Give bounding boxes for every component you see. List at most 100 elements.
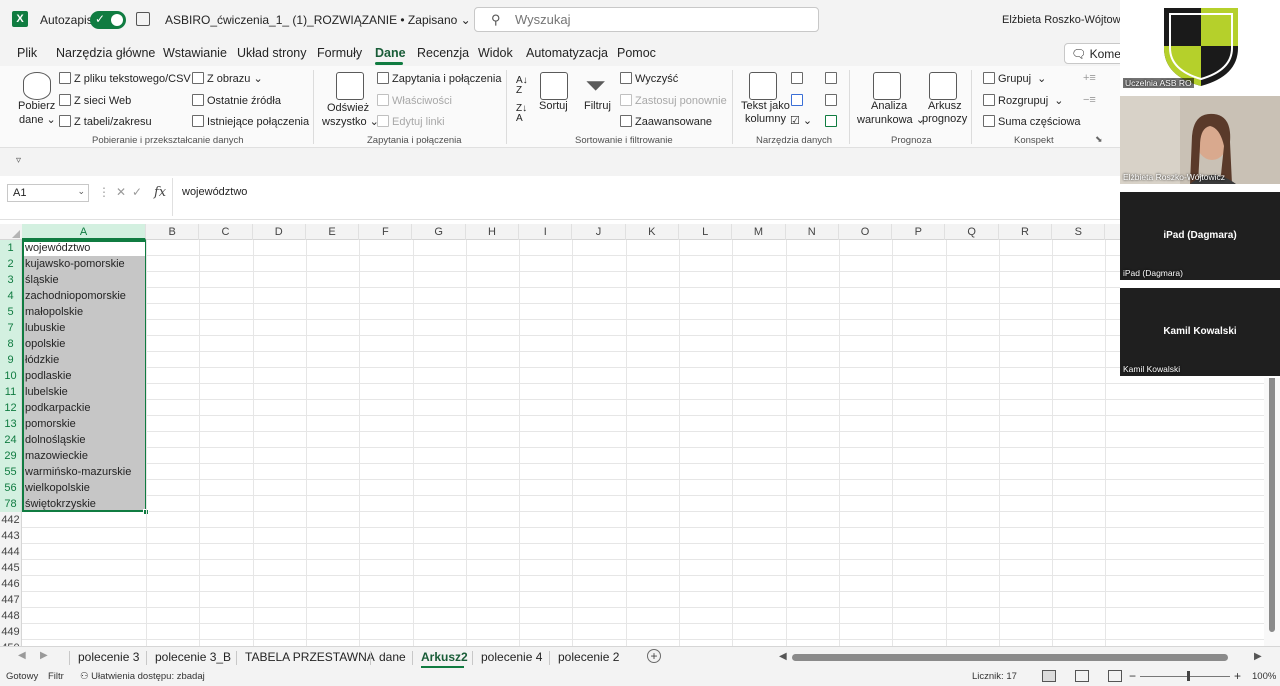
clear-button[interactable]: Wyczyść [620, 72, 678, 85]
hide-detail-icon[interactable]: −≡ [1083, 94, 1096, 106]
normal-view-icon[interactable] [1042, 670, 1056, 682]
ungroup-button[interactable]: Rozgrupuj ⌄ [983, 94, 1063, 107]
cell-a[interactable]: kujawsko-pomorskie [22, 256, 146, 272]
tab-wstawianie[interactable]: Wstawianie [163, 46, 227, 60]
video-tile-presenter[interactable]: Elżbieta Roszko-Wójtowicz [1120, 96, 1280, 184]
row-header[interactable]: 78 [0, 496, 22, 512]
cell-a[interactable]: pomorskie [22, 416, 146, 432]
remove-duplicates-icon[interactable] [791, 94, 803, 106]
cell-a[interactable] [22, 544, 146, 560]
filter-button[interactable]: Filtruj [584, 100, 611, 112]
cell-a[interactable]: świętokrzyskie [22, 496, 146, 512]
cell-a[interactable] [22, 576, 146, 592]
row-header[interactable]: 24 [0, 432, 22, 448]
spreadsheet-grid[interactable]: ABCDEFGHIJKLMNOPQRS 1 województwo 2 kujawsk… [0, 224, 1264, 646]
column-header-e[interactable]: E [306, 224, 360, 240]
cell-a[interactable] [22, 624, 146, 640]
tab-plik[interactable]: Plik [17, 46, 37, 60]
sort-ascending-button[interactable]: A↓ Z [516, 76, 528, 96]
forecast-sheet-button[interactable]: Arkusz [928, 100, 962, 112]
formula-input[interactable]: województwo [182, 186, 247, 198]
tab-uklad-strony[interactable]: Układ strony [237, 46, 306, 60]
cell-a[interactable]: łódzkie [22, 352, 146, 368]
row-header[interactable]: 449 [0, 624, 22, 640]
tab-automatyzacja[interactable]: Automatyzacja [526, 46, 608, 60]
cell-a[interactable]: śląskie [22, 272, 146, 288]
zoom-in-icon[interactable]: + [1234, 669, 1241, 683]
row-header[interactable]: 444 [0, 544, 22, 560]
sheet-tab[interactable]: TABELA PRZESTAWNA [245, 650, 375, 664]
flash-fill-icon[interactable] [791, 72, 803, 84]
user-name[interactable]: Elżbieta Roszko-Wójtowicz [1002, 14, 1134, 26]
row-header[interactable]: 443 [0, 528, 22, 544]
customize-toolbar-icon[interactable]: ▿ [16, 155, 21, 166]
column-header-h[interactable]: H [466, 224, 520, 240]
cell-a[interactable]: województwo [22, 240, 146, 256]
cell-a[interactable]: zachodniopomorskie [22, 288, 146, 304]
horizontal-scroll-thumb[interactable] [792, 654, 1228, 661]
row-header[interactable]: 1 [0, 240, 22, 256]
document-title[interactable]: ASBIRO_ćwiczenia_1_ (1)_ROZWIĄZANIE • Za… [165, 13, 471, 27]
cell-a[interactable]: wielkopolskie [22, 480, 146, 496]
row-header[interactable]: 2 [0, 256, 22, 272]
comments-button[interactable]: 🗨 Komentarze [1064, 43, 1124, 64]
cell-a[interactable]: lubelskie [22, 384, 146, 400]
add-sheet-button[interactable]: + [647, 649, 661, 663]
sheet-tab[interactable]: polecenie 2 [558, 650, 619, 664]
cell-a[interactable] [22, 608, 146, 624]
get-data-dropdown[interactable]: dane ⌄ [19, 113, 56, 126]
dialog-launcher-icon[interactable]: ⬊ [1095, 134, 1103, 145]
cell-a[interactable]: lubuskie [22, 320, 146, 336]
column-header-c[interactable]: C [199, 224, 253, 240]
row-header[interactable]: 29 [0, 448, 22, 464]
cell-a[interactable] [22, 528, 146, 544]
show-detail-icon[interactable]: +≡ [1083, 72, 1096, 84]
column-header-a[interactable]: A [22, 224, 146, 240]
sort-descending-button[interactable]: Z↓ A [516, 104, 527, 124]
from-web-button[interactable]: Z sieci Web [59, 94, 131, 107]
data-validation-icon[interactable]: ☑ ⌄ [790, 114, 812, 127]
row-header[interactable]: 12 [0, 400, 22, 416]
row-header[interactable]: 447 [0, 592, 22, 608]
column-header-n[interactable]: N [786, 224, 839, 240]
subtotal-button[interactable]: Suma częściowa [983, 115, 1081, 128]
column-header-g[interactable]: G [413, 224, 466, 240]
save-icon[interactable] [136, 12, 150, 26]
row-header[interactable]: 10 [0, 368, 22, 384]
column-header-o[interactable]: O [839, 224, 893, 240]
row-header[interactable]: 445 [0, 560, 22, 576]
column-header-l[interactable]: L [679, 224, 733, 240]
column-header-f[interactable]: F [359, 224, 413, 240]
column-header-m[interactable]: M [732, 224, 786, 240]
what-if-button[interactable]: Analiza [871, 100, 907, 112]
row-header[interactable]: 8 [0, 336, 22, 352]
zoom-slider[interactable] [1140, 676, 1230, 677]
accessibility-button[interactable]: ⚇ Ułatwienia dostępu: zbadaj [80, 671, 205, 682]
tab-dane[interactable]: Dane [375, 46, 406, 60]
refresh-all-button[interactable]: Odśwież [327, 102, 369, 114]
row-header[interactable]: 448 [0, 608, 22, 624]
row-header[interactable]: 9 [0, 352, 22, 368]
row-header[interactable]: 442 [0, 512, 22, 528]
cell-a[interactable]: dolnośląskie [22, 432, 146, 448]
properties-button[interactable]: Właściwości [377, 94, 452, 107]
column-header-k[interactable]: K [626, 224, 679, 240]
row-header[interactable]: 13 [0, 416, 22, 432]
cell-a[interactable]: mazowieckie [22, 448, 146, 464]
column-header-p[interactable]: P [892, 224, 946, 240]
autosave-toggle[interactable]: ✓ [90, 11, 126, 29]
refresh-all-dropdown[interactable]: wszystko ⌄ [322, 115, 379, 128]
recent-sources-button[interactable]: Ostatnie źródła [192, 94, 281, 107]
row-header[interactable]: 55 [0, 464, 22, 480]
name-box[interactable]: A1 ⌄ [7, 184, 89, 202]
group-button[interactable]: Grupuj ⌄ [983, 72, 1046, 85]
from-table-button[interactable]: Z tabeli/zakresu [59, 115, 152, 128]
row-header[interactable]: 4 [0, 288, 22, 304]
column-header-r[interactable]: R [999, 224, 1053, 240]
queries-connections-button[interactable]: Zapytania i połączenia [377, 72, 501, 85]
video-tile-university[interactable]: Uczelnia ASB RO [1120, 0, 1280, 90]
sheet-tab[interactable]: Arkusz2 [421, 650, 468, 664]
column-header-j[interactable]: J [572, 224, 626, 240]
row-header[interactable]: 11 [0, 384, 22, 400]
cell-a[interactable] [22, 512, 146, 528]
